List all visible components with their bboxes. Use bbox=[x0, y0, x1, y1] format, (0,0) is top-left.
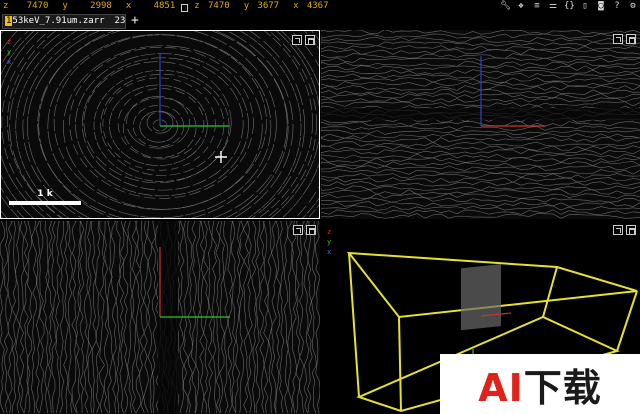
mouse-x-label: x bbox=[125, 1, 132, 11]
layer-tab[interactable]: 153keV_7.91um.zarr 23 bbox=[2, 14, 126, 29]
settings-icon[interactable]: ⚙ bbox=[628, 0, 638, 13]
mouse-x-value[interactable]: 4851 bbox=[135, 0, 176, 13]
axis-x-label: x bbox=[7, 58, 12, 66]
layer-bar: 153keV_7.91um.zarr 23 + bbox=[0, 13, 640, 30]
add-layer-button[interactable]: + bbox=[131, 13, 139, 28]
axis-legend: z y x bbox=[327, 227, 331, 257]
mouse-z-label: z bbox=[3, 1, 9, 11]
position-z-label: z bbox=[194, 1, 200, 11]
scale-bar: 1 k bbox=[9, 189, 81, 205]
scale-bar-label: 1 k bbox=[37, 189, 53, 199]
crosshair-cursor-icon bbox=[215, 151, 227, 163]
maximize-panel-button[interactable] bbox=[613, 34, 623, 44]
yz-slice-image bbox=[0, 221, 320, 414]
mouse-z-value[interactable]: 7470 bbox=[12, 0, 49, 13]
axis-legend: z y x bbox=[7, 37, 11, 67]
position-x-label: x bbox=[293, 1, 299, 11]
position-x-value[interactable]: 4367 bbox=[303, 0, 329, 13]
copy-position-icon[interactable] bbox=[181, 3, 189, 12]
xz-slice-image bbox=[321, 30, 640, 219]
position-y-value[interactable]: 3677 bbox=[253, 0, 279, 13]
axis-y-label: y bbox=[327, 238, 332, 246]
xz-slice-panel[interactable] bbox=[321, 30, 640, 219]
mouse-y-value[interactable]: 2998 bbox=[72, 0, 112, 13]
mouse-y-label: y bbox=[62, 1, 68, 11]
position-z-value[interactable]: 7470 bbox=[204, 0, 230, 13]
braces-icon[interactable]: {} bbox=[564, 0, 575, 13]
wrench-icon[interactable]: 🔧︎ bbox=[500, 0, 511, 13]
layer-name: 53keV_7.91um.zarr bbox=[12, 16, 105, 26]
close-panel-button[interactable] bbox=[306, 225, 316, 235]
position-y-label: y bbox=[243, 1, 250, 11]
close-panel-button[interactable] bbox=[305, 35, 315, 45]
maximize-panel-button[interactable] bbox=[292, 35, 302, 45]
maximize-panel-button[interactable] bbox=[613, 225, 623, 235]
help-icon[interactable]: ? bbox=[612, 0, 622, 13]
axis-x-label: x bbox=[327, 248, 332, 256]
list-icon[interactable]: ≡ bbox=[532, 0, 542, 13]
yz-slice-panel[interactable] bbox=[0, 221, 320, 414]
close-panel-button[interactable] bbox=[626, 225, 636, 235]
camera-icon[interactable]: ◙ bbox=[596, 0, 606, 13]
watermark-ai: AI bbox=[478, 365, 524, 410]
maximize-panel-button[interactable] bbox=[293, 225, 303, 235]
document-icon[interactable]: ▯ bbox=[580, 0, 590, 13]
watermark-logo: AI下载 bbox=[440, 354, 640, 414]
axis-y-label: y bbox=[7, 48, 12, 56]
toolbar-icons: 🔧︎ ❖ ≡ ⚌ {} ▯ ◙ ? ⚙ bbox=[500, 0, 638, 13]
axis-z-label: z bbox=[7, 38, 12, 46]
sliders-icon[interactable]: ⚌ bbox=[548, 0, 558, 13]
xy-slice-panel[interactable]: z y x 1 k bbox=[0, 30, 320, 219]
layer-count: 23 bbox=[114, 16, 126, 26]
watermark-cn: 下载 bbox=[523, 365, 602, 410]
coordinate-status-bar: z 7470 y 2998 x 4851 z 7470 y 3677 x 436… bbox=[0, 0, 640, 13]
close-panel-button[interactable] bbox=[626, 34, 636, 44]
axis-z-label: z bbox=[327, 228, 332, 236]
layers-icon[interactable]: ❖ bbox=[516, 0, 526, 13]
